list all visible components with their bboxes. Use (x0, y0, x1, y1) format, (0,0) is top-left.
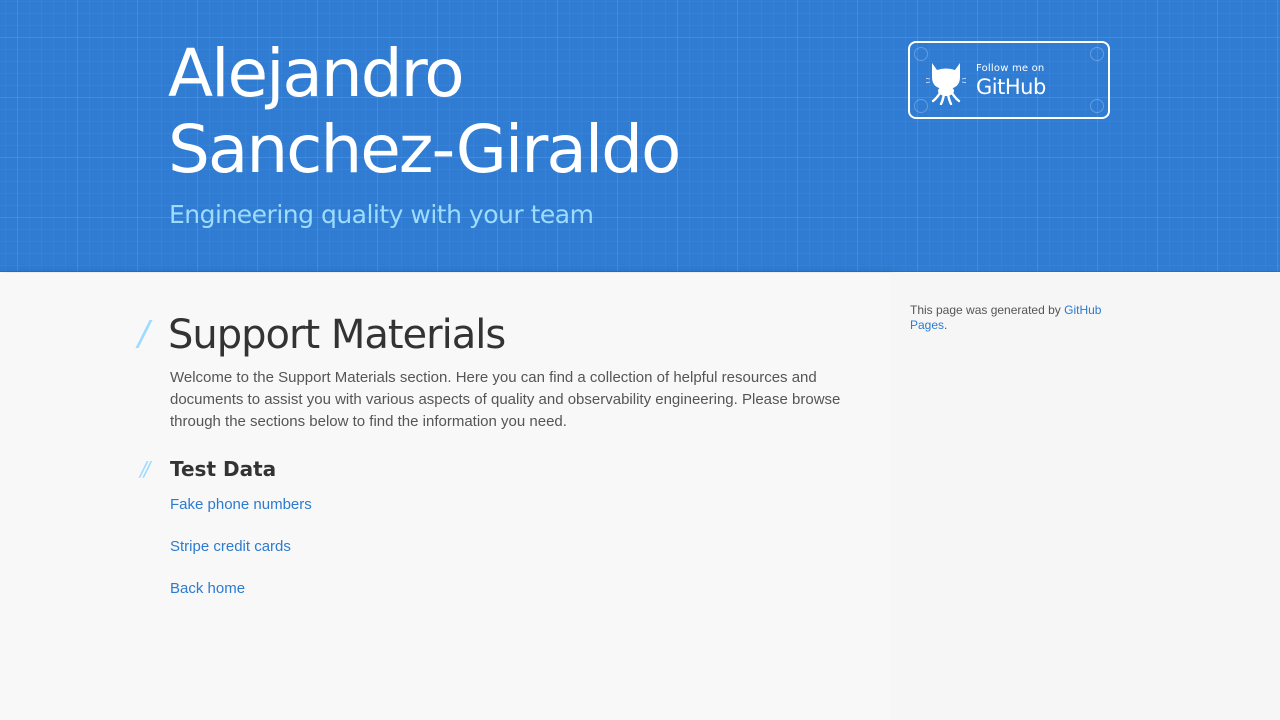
site-title-line1: Alejandro (168, 35, 465, 112)
site-header: Alejandro Sanchez-Giraldo Engineering qu… (0, 0, 1280, 272)
generated-prefix: This page was generated by (910, 303, 1065, 317)
follow-github-button[interactable]: Follow me on GitHub (908, 41, 1110, 119)
page-title: Support Materials (168, 312, 506, 358)
decorative-corner (1090, 47, 1104, 61)
site-title: Alejandro Sanchez-Giraldo (168, 36, 808, 188)
decorative-corner (1090, 99, 1104, 113)
link-stripe-credit-cards[interactable]: Stripe credit cards (170, 537, 291, 557)
section-title-test-data: Test Data (170, 457, 277, 481)
link-back-home[interactable]: Back home (170, 579, 245, 599)
generated-suffix: . (944, 318, 948, 332)
intro-paragraph: Welcome to the Support Materials section… (170, 369, 841, 430)
heading-slash-decoration: / (138, 314, 150, 354)
subheading-slash-decoration: // (140, 457, 151, 481)
github-label: GitHub (976, 75, 1046, 99)
sidebar (890, 273, 1280, 720)
link-fake-phone-numbers[interactable]: Fake phone numbers (170, 495, 312, 515)
follow-label: Follow me on (976, 63, 1045, 74)
site-tagline: Engineering quality with your team (169, 200, 594, 229)
generated-by-note: This page was generated by GitHub Pages. (910, 303, 1120, 333)
octocat-icon (926, 63, 966, 105)
site-title-line2: Sanchez-Giraldo (168, 111, 681, 188)
